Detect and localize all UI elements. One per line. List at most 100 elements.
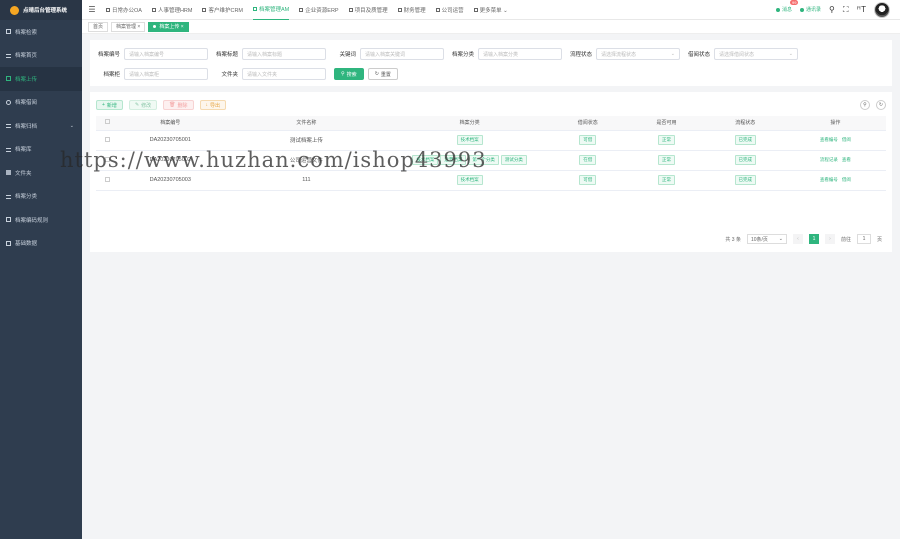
module-icon — [299, 7, 304, 12]
category-tag: 第一个分类 — [468, 155, 499, 165]
delete-button[interactable]: 🗑 删除 — [163, 100, 194, 110]
page-size-select[interactable]: 10条/页 ⌄ — [746, 234, 787, 244]
module-icon — [253, 7, 258, 11]
top-nav-item[interactable]: 人事管理HRM — [151, 0, 192, 20]
top-nav-item[interactable]: 档案管理AM — [253, 0, 290, 20]
column-header: 档案分类 — [390, 116, 549, 131]
table-row[interactable]: DA20230705001 测试档案上传 技术档案 可借 正常 已完成 查看编号 借阅 — [96, 130, 886, 151]
toolbar-right: ⚲ ↻ — [860, 100, 886, 110]
search-button[interactable]: ⚲ 搜索 — [334, 68, 364, 80]
category-tags: 技术档案 — [390, 130, 549, 151]
top-nav-label: 档案管理AM — [259, 7, 290, 13]
top-nav-item[interactable]: 日常办公OA — [106, 0, 142, 20]
page-tab[interactable]: 档案上传 × — [148, 21, 189, 32]
header-actions: 消息 99 通讯录 ⚲ ⛶ ꟸT — [776, 0, 900, 18]
sidebar-item[interactable]: 档案上传 — [0, 67, 82, 91]
prev-page-button[interactable]: ‹ — [792, 234, 803, 244]
filter-input[interactable]: 请输入档案编号 — [124, 48, 208, 60]
sidebar-item[interactable]: 文件夹 — [0, 161, 82, 185]
filter-input[interactable]: 请输入档案标题 — [242, 48, 326, 60]
row-checkbox[interactable] — [104, 176, 110, 182]
row-action-link[interactable]: 借阅 — [842, 177, 851, 182]
refresh-icon[interactable]: ↻ — [876, 100, 886, 110]
sidebar-item-label: 档案分类 — [15, 194, 38, 201]
row-select-cell — [96, 170, 119, 191]
usable-cell: 正常 — [627, 170, 706, 191]
flow-cell: 已完成 — [705, 170, 785, 191]
filter-input[interactable]: 请选择借阅状态 ⌄ — [714, 48, 798, 60]
sidebar-item[interactable]: 基础数据 — [0, 232, 82, 256]
top-nav-item[interactable]: 企业资源ERP — [299, 0, 339, 20]
row-select-cell — [96, 130, 119, 151]
table-row[interactable]: DA20230705002 公司运营文件 技术档案 运营档案 第一个分类 测试分类 在借 正常… — [96, 150, 886, 171]
category-tag: 测试分类 — [500, 155, 527, 165]
filter-input[interactable]: 请输入档案关键词 — [360, 48, 444, 60]
borrow-cell: 可借 — [548, 170, 628, 191]
page-button-current[interactable]: 1 — [808, 234, 819, 244]
sidebar-item[interactable]: 档案借阅 — [0, 91, 82, 115]
square-icon — [6, 29, 11, 35]
module-icon — [397, 7, 402, 12]
select-all-cell — [96, 116, 119, 131]
row-action-link[interactable]: 查看编号 — [820, 137, 838, 142]
category-tag: 技术档案 — [412, 155, 439, 165]
filter-input[interactable]: 请输入文件夹 — [242, 68, 326, 80]
sidebar-item[interactable]: 档案分类 — [0, 185, 82, 209]
category-tags: 技术档案 — [390, 170, 549, 191]
sidebar-item-label: 档案首页 — [15, 53, 38, 60]
search-icon[interactable]: ⚲ — [829, 5, 835, 14]
sidebar-item[interactable]: 档案编码规则 — [0, 208, 82, 232]
font-size-icon[interactable]: ꟸT — [857, 5, 867, 14]
filter-input[interactable]: 请选择流程状态 ⌄ — [596, 48, 680, 60]
sidebar-item[interactable]: 档案检索 — [0, 20, 82, 44]
bars-icon — [6, 123, 11, 129]
select-all-checkbox[interactable] — [104, 119, 110, 125]
top-nav-label: 日常办公OA — [112, 7, 142, 14]
page-tab[interactable]: 首页 — [88, 21, 109, 32]
sidebar-item[interactable]: 档案归档 ⌄ — [0, 114, 82, 138]
fullscreen-icon[interactable]: ⛶ — [843, 5, 849, 15]
goto-page-input[interactable]: 1 — [856, 234, 871, 244]
sidebar-item[interactable]: 档案库 — [0, 138, 82, 162]
file-name: 测试档案上传 — [222, 130, 391, 151]
top-nav-label: 企业资源ERP — [305, 7, 339, 14]
notice-button[interactable]: 消息 99 — [776, 0, 799, 13]
row-action-link[interactable]: 查看编号 — [820, 177, 838, 182]
refresh-icon: ↻ — [374, 71, 379, 77]
page-tab[interactable]: 档案管理 × — [111, 21, 146, 32]
square-icon — [6, 217, 11, 223]
export-button[interactable]: ↓ 导出 — [199, 100, 227, 110]
filter-placeholder: 请输入档案分类 — [483, 51, 519, 58]
top-nav-item[interactable]: 更多菜单 ⌄ — [473, 0, 508, 20]
menu-toggle-icon[interactable]: ☰ — [82, 5, 102, 14]
filter-input[interactable]: 请输入档案柜 — [124, 68, 208, 80]
column-header: 档案编号 — [118, 116, 223, 131]
avatar[interactable] — [874, 1, 890, 18]
row-checkbox[interactable] — [104, 136, 110, 142]
table-row[interactable]: DA20230705003 111 技术档案 可借 正常 已完成 查看编号 借阅 — [96, 170, 886, 191]
top-nav-item[interactable]: 财务管理 — [397, 0, 426, 20]
search-button-label: 搜索 — [346, 71, 357, 78]
top-nav-item[interactable]: 客户维护CRM — [202, 0, 243, 20]
filter-label: 档案柜 — [103, 72, 120, 78]
module-icon — [435, 7, 440, 12]
sidebar-item[interactable]: 档案首页 — [0, 44, 82, 68]
row-action-link[interactable]: 查看 — [842, 157, 851, 162]
page-tab-label: 档案上传 × — [159, 24, 184, 30]
row-action-link[interactable]: 流程记录 — [820, 157, 838, 162]
next-page-button[interactable]: › — [824, 234, 835, 244]
contacts-button[interactable]: 通讯录 — [800, 6, 821, 13]
top-nav-item[interactable]: 公司运营 — [435, 0, 464, 20]
toggle-search-icon[interactable]: ⚲ — [860, 100, 870, 110]
square-icon — [6, 76, 11, 82]
filter-input[interactable]: 请输入档案分类 — [478, 48, 562, 60]
top-nav-item[interactable]: 项目及质管理 — [348, 0, 388, 20]
column-header: 借阅状态 — [548, 116, 628, 131]
edit-button[interactable]: ✎ 修改 — [128, 100, 158, 110]
add-button[interactable]: + 新增 — [96, 100, 123, 110]
row-checkbox[interactable] — [104, 156, 110, 162]
delete-button-label: 删除 — [177, 102, 188, 109]
reset-button[interactable]: ↻ 重置 — [367, 68, 398, 80]
filter-label: 档案编号 — [97, 52, 120, 58]
row-action-link[interactable]: 借阅 — [842, 137, 851, 142]
